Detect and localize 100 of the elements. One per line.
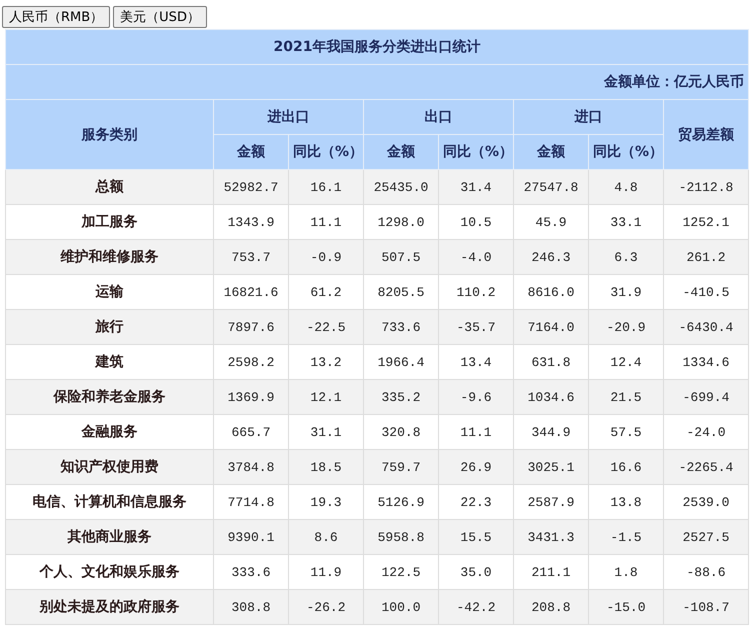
category-cell: 金融服务 bbox=[6, 414, 214, 450]
column-header: 贸易差额 bbox=[664, 100, 748, 170]
table-cell: 8.6 bbox=[288, 520, 364, 554]
table-cell: 1.8 bbox=[588, 554, 664, 590]
table-cell: 27547.8 bbox=[514, 170, 588, 204]
table-cell: 35.0 bbox=[438, 554, 514, 590]
column-group-header: 进口 bbox=[514, 100, 664, 134]
table-cell: 31.4 bbox=[438, 170, 514, 204]
table-cell: 333.6 bbox=[214, 554, 288, 590]
table-cell: 12.1 bbox=[288, 380, 364, 414]
table-cell: 7714.8 bbox=[214, 484, 288, 520]
column-header: 金额 bbox=[364, 134, 438, 170]
table-cell: -88.6 bbox=[664, 554, 748, 590]
table-cell: 631.8 bbox=[514, 344, 588, 380]
table-cell: 2539.0 bbox=[664, 484, 748, 520]
table-cell: 11.9 bbox=[288, 554, 364, 590]
column-group-header: 出口 bbox=[364, 100, 514, 134]
category-cell: 其他商业服务 bbox=[6, 520, 214, 554]
table-cell: 122.5 bbox=[364, 554, 438, 590]
category-cell: 个人、文化和娱乐服务 bbox=[6, 554, 214, 590]
table-cell: 733.6 bbox=[364, 310, 438, 344]
table-cell: 11.1 bbox=[288, 204, 364, 240]
table-cell: 25435.0 bbox=[364, 170, 438, 204]
table-cell: 15.5 bbox=[438, 520, 514, 554]
table-cell: 16821.6 bbox=[214, 274, 288, 310]
table-cell: 13.2 bbox=[288, 344, 364, 380]
table-cell: 18.5 bbox=[288, 450, 364, 484]
table-cell: 12.4 bbox=[588, 344, 664, 380]
table-cell: 3431.3 bbox=[514, 520, 588, 554]
category-cell: 知识产权使用费 bbox=[6, 450, 214, 484]
table-cell: 7164.0 bbox=[514, 310, 588, 344]
table-cell: 665.7 bbox=[214, 414, 288, 450]
table-cell: -1.5 bbox=[588, 520, 664, 554]
table-cell: -42.2 bbox=[438, 590, 514, 624]
category-cell: 建筑 bbox=[6, 344, 214, 380]
table-cell: 1334.6 bbox=[664, 344, 748, 380]
category-cell: 总额 bbox=[6, 170, 214, 204]
table-cell: 3025.1 bbox=[514, 450, 588, 484]
table-cell: -2112.8 bbox=[664, 170, 748, 204]
category-cell: 加工服务 bbox=[6, 204, 214, 240]
table-cell: 308.8 bbox=[214, 590, 288, 624]
table-cell: 13.4 bbox=[438, 344, 514, 380]
table-cell: 1369.9 bbox=[214, 380, 288, 414]
currency-button[interactable]: 美元（USD） bbox=[113, 6, 207, 28]
category-cell: 维护和维修服务 bbox=[6, 240, 214, 274]
table-cell: -0.9 bbox=[288, 240, 364, 274]
table-cell: 31.9 bbox=[588, 274, 664, 310]
table-cell: -20.9 bbox=[588, 310, 664, 344]
table-cell: 335.2 bbox=[364, 380, 438, 414]
table-cell: 2527.5 bbox=[664, 520, 748, 554]
column-header: 同比（%） bbox=[588, 134, 664, 170]
table-cell: 1298.0 bbox=[364, 204, 438, 240]
table-cell: 21.5 bbox=[588, 380, 664, 414]
table-cell: 52982.7 bbox=[214, 170, 288, 204]
table-cell: 246.3 bbox=[514, 240, 588, 274]
table-cell: -410.5 bbox=[664, 274, 748, 310]
table-cell: -15.0 bbox=[588, 590, 664, 624]
table-cell: -9.6 bbox=[438, 380, 514, 414]
table-cell: 16.1 bbox=[288, 170, 364, 204]
table-cell: 1343.9 bbox=[214, 204, 288, 240]
table-cell: 320.8 bbox=[364, 414, 438, 450]
column-header: 金额 bbox=[514, 134, 588, 170]
table-cell: -24.0 bbox=[664, 414, 748, 450]
table-cell: 507.5 bbox=[364, 240, 438, 274]
table-cell: 1252.1 bbox=[664, 204, 748, 240]
table-cell: 211.1 bbox=[514, 554, 588, 590]
table-cell: 753.7 bbox=[214, 240, 288, 274]
table-cell: 45.9 bbox=[514, 204, 588, 240]
category-cell: 保险和养老金服务 bbox=[6, 380, 214, 414]
category-cell: 运输 bbox=[6, 274, 214, 310]
table-cell: 110.2 bbox=[438, 274, 514, 310]
table-cell: 10.5 bbox=[438, 204, 514, 240]
table-cell: -22.5 bbox=[288, 310, 364, 344]
table-cell: -2265.4 bbox=[664, 450, 748, 484]
table-cell: 31.1 bbox=[288, 414, 364, 450]
table-cell: 33.1 bbox=[588, 204, 664, 240]
category-cell: 旅行 bbox=[6, 310, 214, 344]
table-cell: -699.4 bbox=[664, 380, 748, 414]
table-cell: 5958.8 bbox=[364, 520, 438, 554]
unit-label: 金额单位：亿元人民币 bbox=[6, 64, 748, 100]
column-header: 金额 bbox=[214, 134, 288, 170]
category-cell: 别处未提及的政府服务 bbox=[6, 590, 214, 624]
table-cell: 7897.6 bbox=[214, 310, 288, 344]
table-cell: 26.9 bbox=[438, 450, 514, 484]
table-cell: 61.2 bbox=[288, 274, 364, 310]
table-cell: -26.2 bbox=[288, 590, 364, 624]
currency-button[interactable]: 人民币（RMB） bbox=[2, 6, 110, 28]
table-cell: 261.2 bbox=[664, 240, 748, 274]
table-cell: 16.6 bbox=[588, 450, 664, 484]
table-title: 2021年我国服务分类进出口统计 bbox=[6, 30, 748, 64]
table-cell: 13.8 bbox=[588, 484, 664, 520]
table-cell: 100.0 bbox=[364, 590, 438, 624]
table-cell: -35.7 bbox=[438, 310, 514, 344]
table-cell: 3784.8 bbox=[214, 450, 288, 484]
table-cell: 1966.4 bbox=[364, 344, 438, 380]
table-cell: 11.1 bbox=[438, 414, 514, 450]
table-cell: 759.7 bbox=[364, 450, 438, 484]
table-cell: 5126.9 bbox=[364, 484, 438, 520]
column-group-header: 进出口 bbox=[214, 100, 364, 134]
column-header: 同比（%） bbox=[288, 134, 364, 170]
